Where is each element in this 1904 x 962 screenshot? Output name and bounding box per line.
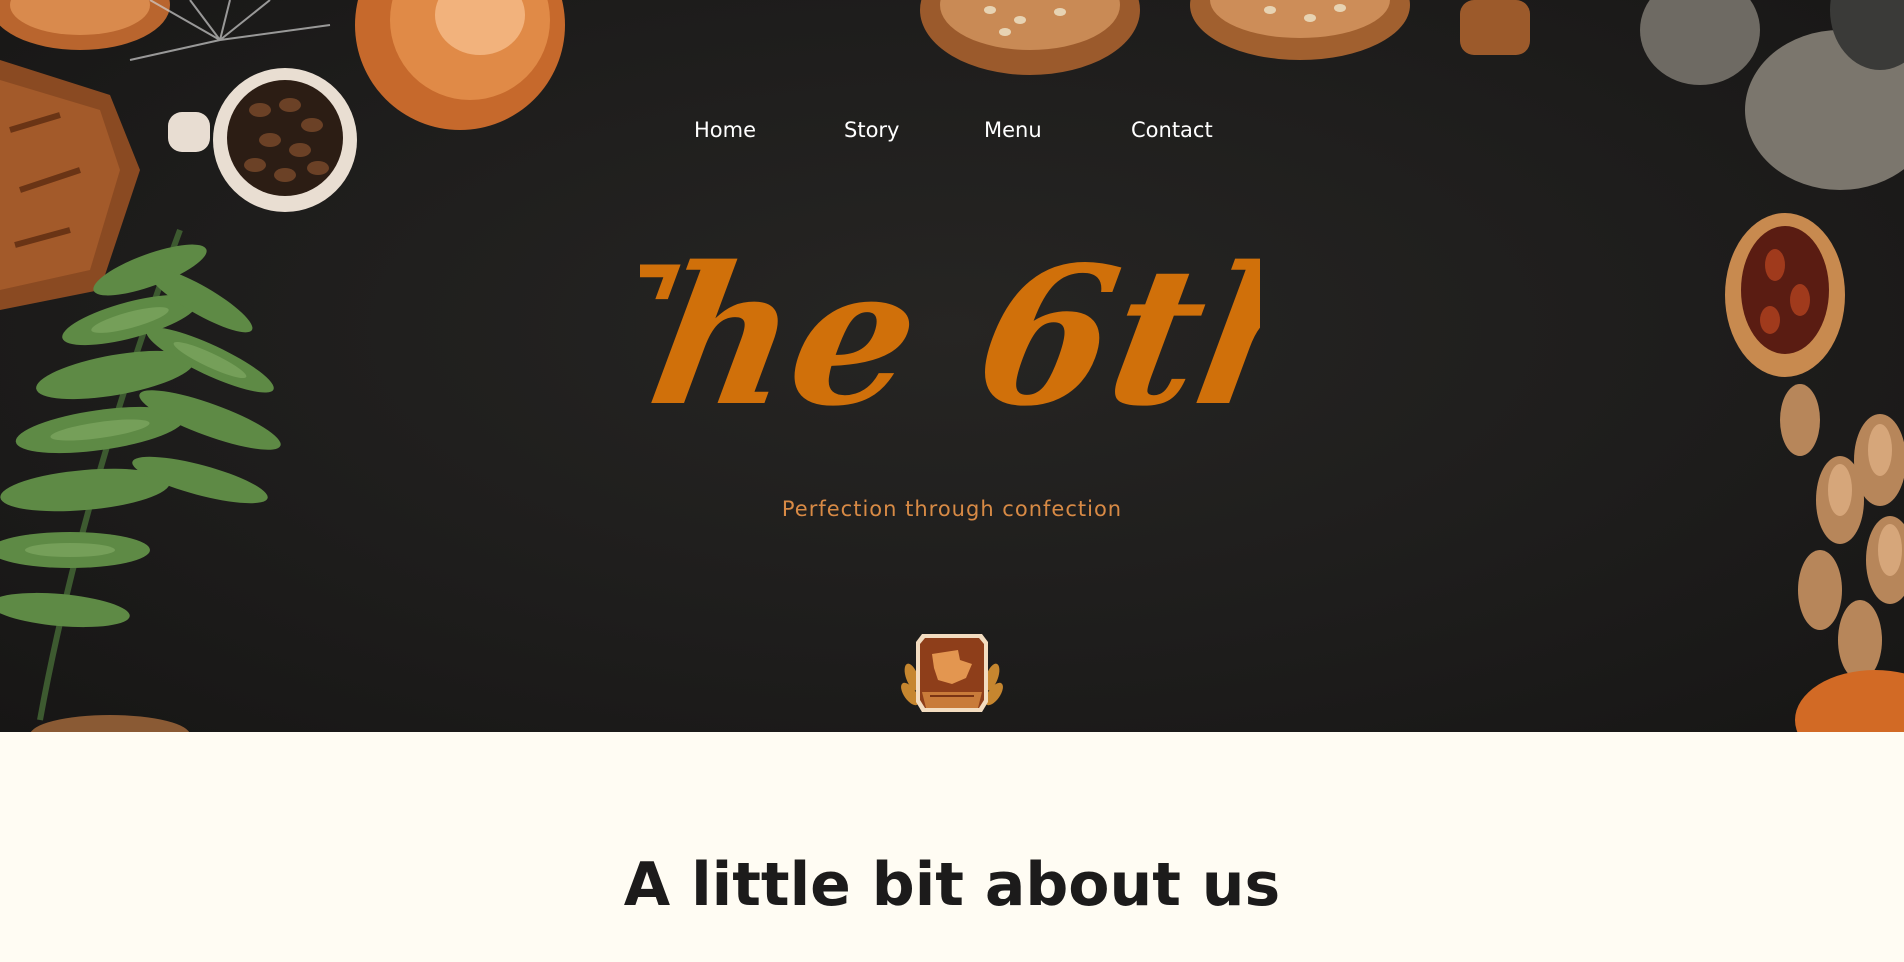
brand-name: The 6th <box>640 225 1260 448</box>
nav-contact-link[interactable]: Contact <box>1131 118 1213 142</box>
brand-logo: The 6th <box>640 225 1260 448</box>
nav-home-link[interactable]: Home <box>694 118 756 142</box>
about-section: A little bit about us <box>0 732 1904 962</box>
about-heading: A little bit about us <box>623 850 1281 920</box>
tagline: Perfection through confection <box>781 497 1123 521</box>
nav-story-link[interactable]: Story <box>844 118 899 142</box>
hero-section: Home Story Menu Contact The 6th Perfecti… <box>0 0 1904 732</box>
bakery-crest-icon <box>901 634 1003 712</box>
nav-menu-link[interactable]: Menu <box>984 118 1042 142</box>
